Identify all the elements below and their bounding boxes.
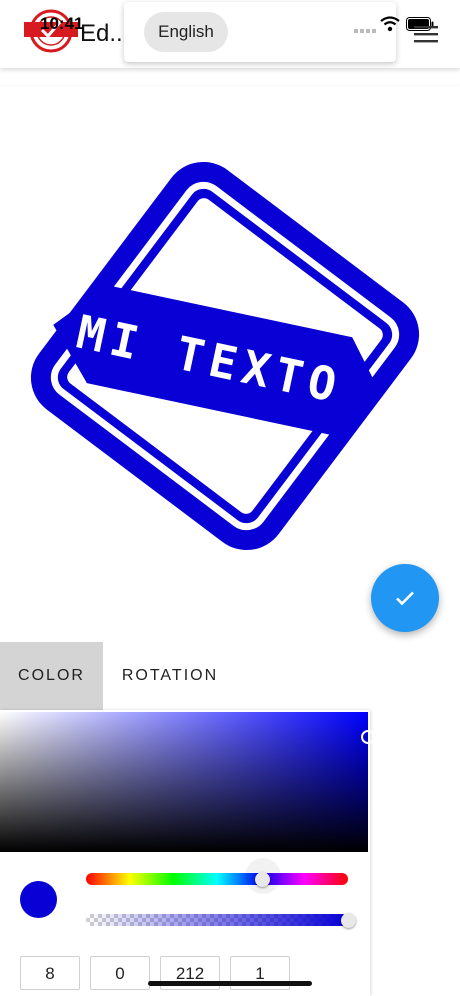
color-preview-swatch — [20, 881, 57, 918]
confirm-fab-button[interactable] — [371, 564, 439, 632]
sign-canvas[interactable]: MI TEXTO — [0, 86, 460, 642]
home-indicator — [148, 981, 312, 986]
app-title: Ed... — [80, 20, 130, 47]
saturation-handle[interactable] — [361, 730, 375, 744]
tab-rotation[interactable]: ROTATION — [103, 642, 237, 710]
wifi-icon — [380, 16, 400, 32]
alpha-slider-thumb[interactable] — [341, 913, 356, 928]
hue-slider[interactable] — [86, 873, 348, 885]
hue-slider-thumb[interactable] — [255, 872, 270, 887]
status-dots-icon — [354, 29, 378, 33]
editor-tabs: COLOR ROTATION — [0, 642, 460, 710]
tab-color[interactable]: COLOR — [0, 642, 103, 710]
sign-preview: MI TEXTO — [30, 161, 420, 551]
alpha-slider[interactable] — [86, 914, 348, 926]
language-button[interactable]: English — [144, 12, 228, 52]
saturation-value-area[interactable] — [0, 712, 368, 852]
check-icon — [396, 591, 414, 606]
app-header: 10:41 Ed... English — [0, 0, 460, 68]
green-input[interactable]: 0 — [90, 956, 150, 990]
color-picker-panel: 8 0 212 1 — [0, 710, 375, 996]
red-input[interactable]: 8 — [20, 956, 80, 990]
hamburger-menu-icon[interactable] — [414, 24, 438, 44]
status-time: 10:41 — [40, 14, 84, 33]
